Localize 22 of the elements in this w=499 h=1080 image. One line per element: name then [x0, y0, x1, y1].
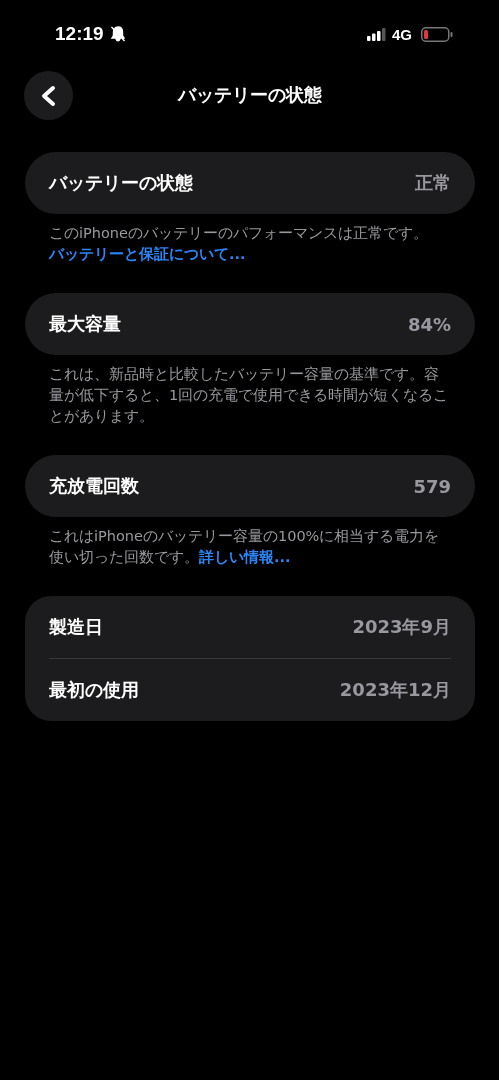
info-link[interactable]: バッテリーと保証について...: [49, 246, 246, 262]
row-value: 2023年9月: [352, 615, 451, 639]
footer-text: このiPhoneのバッテリーのパフォーマンスは正常です。 バッテリーと保証について...: [47, 224, 429, 264]
row-label: 製造日: [49, 615, 103, 639]
row-label: 充放電回数: [49, 474, 139, 498]
muted-bell-icon: [108, 25, 127, 43]
page-title: バッテリーの状態: [177, 83, 322, 107]
battery-icon: [421, 26, 453, 42]
back-button[interactable]: [24, 71, 73, 120]
footer-text: これは、新品時と比較したバッテリー容量の基準です。容量が低下すると、1回の充電で使用できる時間が短くなることがあります。: [48, 365, 450, 426]
row-label: 最大容量: [49, 312, 121, 336]
row-value: 84%: [407, 313, 451, 335]
signal-icon: [367, 27, 387, 41]
row-value: 579: [413, 475, 451, 497]
network-label: 4G: [392, 25, 412, 43]
info-link[interactable]: 詳しい情報...: [199, 549, 291, 565]
row-label: バッテリーの状態: [49, 171, 193, 195]
row-value: 正常: [415, 171, 451, 195]
status-time: 12:19: [55, 23, 104, 45]
row-value: 2023年12月: [339, 678, 451, 702]
row-label: 最初の使用: [49, 678, 139, 702]
footer-text: これはiPhoneのバッテリー容量の100%に相当する電力を使い切った回数です。詳しい情報...: [48, 527, 441, 567]
